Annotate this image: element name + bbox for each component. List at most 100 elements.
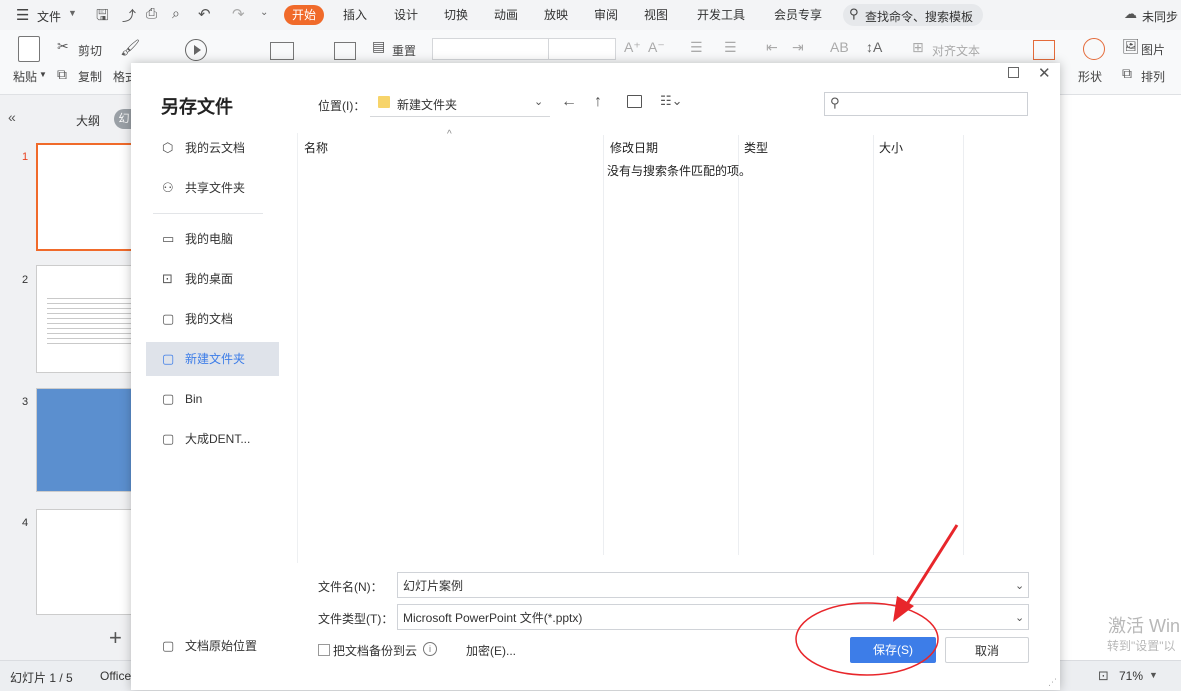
- close-icon[interactable]: ✕: [1038, 64, 1051, 82]
- column-divider[interactable]: [873, 135, 874, 555]
- slide-thumbnail[interactable]: [36, 388, 134, 492]
- new-folder-icon[interactable]: [627, 95, 642, 108]
- arrange-icon[interactable]: ⧉: [1122, 65, 1132, 82]
- column-divider[interactable]: [738, 135, 739, 555]
- column-modified[interactable]: 修改日期: [610, 139, 658, 156]
- info-icon[interactable]: i: [423, 642, 437, 656]
- backup-label[interactable]: 把文档备份到云: [333, 642, 417, 659]
- cut-button[interactable]: 剪切: [78, 42, 102, 59]
- reset-button[interactable]: 重置: [392, 42, 416, 59]
- chevron-down-icon[interactable]: ▼: [1149, 670, 1158, 680]
- chevron-down-icon[interactable]: ▼: [68, 8, 77, 18]
- more-icon[interactable]: ⌄: [260, 7, 268, 18]
- annotation-overlay: [795, 524, 959, 676]
- up-arrow-icon[interactable]: ↑: [594, 93, 602, 111]
- export-icon[interactable]: ⤴: [122, 6, 136, 26]
- format-painter-icon[interactable]: 🖌: [120, 38, 140, 58]
- backup-checkbox[interactable]: [318, 644, 330, 656]
- nav-bin[interactable]: ▢ Bin: [146, 382, 279, 416]
- bullets-icon[interactable]: ☰: [690, 39, 703, 56]
- column-size[interactable]: 大小: [879, 139, 903, 156]
- nav-my-documents[interactable]: ▢ 我的文档: [146, 302, 279, 336]
- picture-icon[interactable]: 🖼: [1122, 38, 1140, 55]
- collapse-panel-icon[interactable]: «: [8, 109, 16, 125]
- copy-icon[interactable]: ⧉: [57, 66, 67, 83]
- slide-thumbnail[interactable]: [36, 509, 134, 615]
- outdent-icon[interactable]: ⇤: [766, 39, 778, 56]
- nav-original-location[interactable]: ▢ 文档原始位置: [146, 629, 279, 663]
- tab-start[interactable]: 开始: [284, 5, 325, 25]
- align-text-button[interactable]: 对齐文本: [932, 42, 980, 59]
- paste-label[interactable]: 粘贴: [13, 68, 37, 85]
- align-text-icon[interactable]: ⊞: [912, 39, 924, 56]
- nav-dacheng[interactable]: ▢ 大成DENT...: [146, 422, 279, 456]
- tab-animation[interactable]: 动画: [486, 5, 526, 25]
- tab-transition[interactable]: 切换: [436, 5, 476, 25]
- chevron-down-icon[interactable]: ⌄: [1015, 573, 1024, 599]
- tab-slideshow[interactable]: 放映: [536, 5, 576, 25]
- maximize-icon[interactable]: [1008, 67, 1019, 78]
- nav-my-computer[interactable]: ▭ 我的电脑: [146, 222, 279, 256]
- slide-thumbnail[interactable]: [36, 265, 134, 373]
- indent-icon[interactable]: ⇥: [792, 39, 804, 56]
- save-icon[interactable]: 🖫: [96, 5, 109, 30]
- file-list[interactable]: [297, 133, 1061, 563]
- font-name-select[interactable]: [432, 38, 549, 60]
- sync-status[interactable]: 未同步: [1142, 8, 1178, 25]
- undo-icon[interactable]: ↶: [198, 5, 211, 23]
- encrypt-link[interactable]: 加密(E)...: [466, 642, 516, 659]
- chevron-down-icon[interactable]: ⌄: [1015, 605, 1024, 631]
- tab-view[interactable]: 视图: [636, 5, 676, 25]
- cloud-icon[interactable]: ☁: [1124, 6, 1137, 22]
- location-select[interactable]: 新建文件夹 ⌄: [370, 90, 550, 117]
- arrange-button[interactable]: 排列: [1141, 68, 1165, 85]
- resize-grip-icon[interactable]: ⋰: [1048, 677, 1057, 688]
- menu-icon[interactable]: ☰: [16, 6, 29, 24]
- zoom-level[interactable]: 71%: [1119, 669, 1143, 683]
- decrease-font-icon[interactable]: A⁻: [648, 39, 665, 56]
- new-slide-icon[interactable]: [270, 42, 294, 60]
- reset-icon[interactable]: ▤: [372, 38, 385, 55]
- shape-button[interactable]: 形状: [1078, 68, 1102, 85]
- slide-thumbnail[interactable]: [36, 143, 136, 251]
- line-spacing-icon[interactable]: ↕A: [866, 39, 882, 55]
- scissors-icon[interactable]: ✂: [57, 38, 69, 55]
- increase-font-icon[interactable]: A⁺: [624, 39, 641, 56]
- tab-developer[interactable]: 开发工具: [689, 5, 753, 25]
- column-divider[interactable]: [963, 135, 964, 555]
- tab-design[interactable]: 设计: [386, 5, 426, 25]
- file-search-input[interactable]: ⚲: [824, 92, 1028, 116]
- layout-icon[interactable]: [334, 42, 356, 60]
- redo-icon[interactable]: ↷: [232, 5, 245, 23]
- nav-shared-folder[interactable]: ⚇ 共享文件夹: [146, 171, 279, 205]
- paste-icon[interactable]: [18, 36, 40, 62]
- command-search[interactable]: ⚲ 查找命令、搜索模板: [843, 4, 983, 26]
- desktop-icon: ⊡: [162, 271, 173, 286]
- zoom-fit-icon[interactable]: ⊡: [1098, 668, 1109, 684]
- preview-icon[interactable]: ⌕: [172, 5, 180, 22]
- column-name[interactable]: 名称: [304, 139, 328, 156]
- outline-tab[interactable]: 大纲: [76, 112, 100, 129]
- back-arrow-icon[interactable]: ←: [561, 93, 577, 111]
- view-mode-icon[interactable]: ☷⌄: [660, 93, 683, 109]
- slide-canvas[interactable]: [1060, 95, 1181, 660]
- textbox-icon[interactable]: [1033, 40, 1055, 60]
- print-icon[interactable]: ⎙: [146, 5, 157, 22]
- tab-member[interactable]: 会员专享: [766, 5, 830, 25]
- tab-insert[interactable]: 插入: [335, 5, 375, 25]
- nav-my-cloud[interactable]: ⬡ 我的云文档: [146, 131, 279, 165]
- tab-review[interactable]: 审阅: [586, 5, 626, 25]
- nav-new-folder[interactable]: ▢ 新建文件夹: [146, 342, 279, 376]
- add-slide-button[interactable]: +: [109, 625, 122, 651]
- file-menu[interactable]: 文件: [37, 8, 61, 25]
- copy-button[interactable]: 复制: [78, 68, 102, 85]
- paste-dropdown-icon[interactable]: ▼: [39, 70, 47, 79]
- font-size-select[interactable]: [548, 38, 616, 60]
- shape-icon[interactable]: [1083, 38, 1105, 60]
- picture-button[interactable]: 图片: [1141, 41, 1165, 58]
- text-direction-icon[interactable]: AB: [830, 39, 849, 55]
- nav-my-desktop[interactable]: ⊡ 我的桌面: [146, 262, 279, 296]
- numbering-icon[interactable]: ☰: [724, 39, 737, 56]
- column-type[interactable]: 类型: [744, 139, 768, 156]
- column-divider[interactable]: [603, 135, 604, 555]
